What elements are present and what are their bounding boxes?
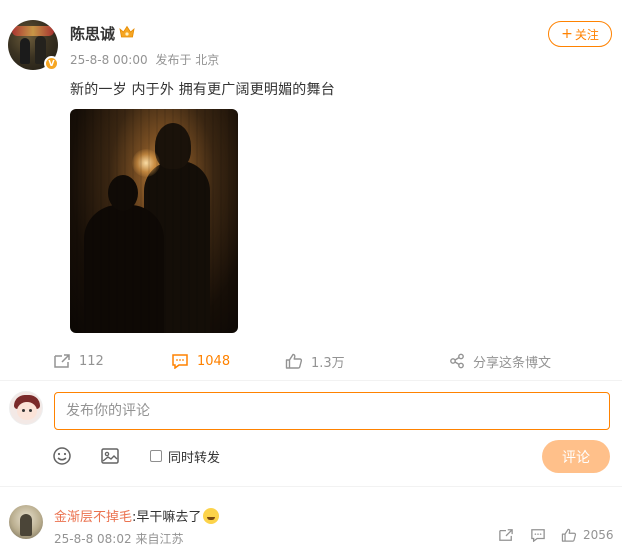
repost-checkbox-label: 同时转发: [168, 450, 221, 466]
post-image[interactable]: [70, 109, 238, 333]
thumbs-up-icon: [561, 528, 577, 542]
submit-comment-button[interactable]: 评论: [542, 440, 610, 473]
emoji-icon[interactable]: [52, 446, 72, 466]
comment-timestamp: 25-8-8 08:02: [54, 532, 132, 546]
comment-username[interactable]: 金渐层不掉毛: [54, 506, 132, 525]
repost-checkbox[interactable]: 同时转发: [150, 446, 220, 466]
comment-input[interactable]: [54, 392, 610, 430]
post-action-bar: 112 1048 1.3万 分享这条博文: [0, 350, 622, 372]
share-button[interactable]: 分享这条博文: [449, 350, 551, 372]
post-timestamp[interactable]: 25-8-8 00:00: [70, 53, 148, 67]
comment-like-count: 2056: [583, 528, 614, 542]
follow-button[interactable]: + 关注: [548, 21, 612, 47]
author-name[interactable]: 陈思诚: [70, 23, 115, 44]
post-location: 发布于 北京: [155, 53, 220, 67]
plus-icon: +: [561, 26, 573, 42]
repost-icon: [54, 354, 70, 368]
comment-meta: 25-8-8 08:02 来自江苏: [54, 530, 183, 547]
like-count: 1.3万: [311, 355, 345, 371]
repost-button[interactable]: 112: [53, 350, 104, 372]
thumbs-up-icon: [285, 353, 303, 369]
my-avatar[interactable]: [9, 391, 43, 425]
divider: [0, 486, 622, 487]
comment-repost-button[interactable]: [498, 528, 514, 542]
repost-count: 112: [79, 353, 104, 369]
post-text: 新的一岁 内于外 拥有更广阔更明媚的舞台: [70, 82, 335, 98]
share-icon: [450, 353, 464, 369]
laugh-emoji-icon: [203, 507, 220, 524]
like-button[interactable]: 1.3万: [285, 350, 345, 372]
comment-avatar[interactable]: [9, 505, 43, 539]
comment-like-button[interactable]: 2056: [561, 528, 614, 542]
comment-content: 金渐层不掉毛 :早干嘛去了: [54, 506, 220, 525]
verified-badge-icon: V: [44, 56, 59, 71]
comment-text: :早干嘛去了: [132, 510, 202, 525]
comment-icon: [531, 529, 545, 542]
share-label: 分享这条博文: [473, 355, 552, 371]
comment-location: 来自江苏: [135, 532, 184, 546]
follow-label: 关注: [574, 27, 599, 42]
checkbox-icon: [150, 450, 162, 462]
image-icon[interactable]: [100, 446, 120, 466]
comment-reply-button[interactable]: [530, 528, 546, 542]
post-meta: 25-8-8 00:00 发布于 北京: [70, 51, 223, 68]
repost-icon: [499, 529, 513, 541]
comment-icon: [172, 354, 188, 369]
divider: [0, 380, 622, 381]
vip-crown-icon: [119, 25, 135, 38]
comment-count: 1048: [197, 353, 231, 369]
comment-button[interactable]: 1048: [171, 350, 230, 372]
